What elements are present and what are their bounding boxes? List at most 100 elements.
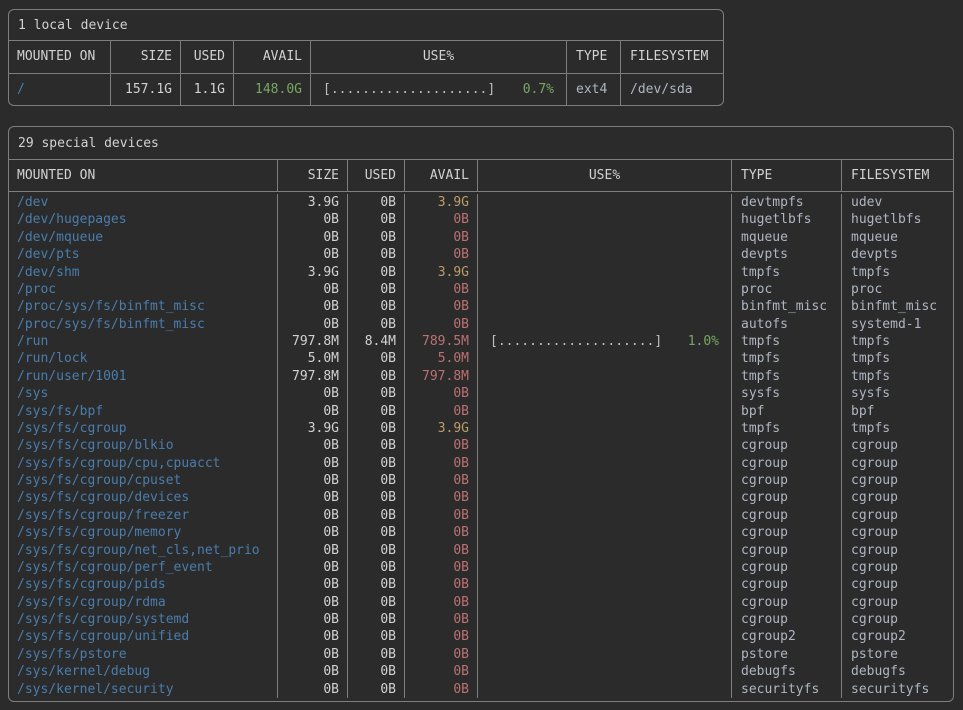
used-cell: 0B bbox=[348, 316, 405, 333]
size-cell: 0B bbox=[278, 455, 348, 472]
used-cell: 0B bbox=[348, 385, 405, 402]
type-cell: tmpfs bbox=[732, 264, 842, 281]
used-cell: 0B bbox=[348, 298, 405, 315]
table-row: /sys/fs/cgroup/blkio0B0B0Bcgroupcgroup bbox=[9, 437, 953, 454]
type-cell: ext4 bbox=[567, 74, 621, 105]
used-cell: 0B bbox=[348, 611, 405, 628]
used-cell: 0B bbox=[348, 507, 405, 524]
used-cell: 0B bbox=[348, 194, 405, 211]
local-devices-header-row: MOUNTED ON SIZE USED AVAIL USE% TYPE FIL… bbox=[9, 41, 723, 74]
mount-cell: /sys/fs/cgroup/devices bbox=[9, 489, 278, 506]
table-row: /sys0B0B0Bsysfssysfs bbox=[9, 385, 953, 402]
used-cell: 0B bbox=[348, 594, 405, 611]
table-row: / 157.1G 1.1G 148.0G [..................… bbox=[9, 74, 723, 105]
avail-cell: 0B bbox=[405, 542, 478, 559]
avail-cell: 0B bbox=[405, 681, 478, 698]
avail-cell: 0B bbox=[405, 594, 478, 611]
header-use-pct: USE% bbox=[478, 160, 732, 191]
avail-cell: 0B bbox=[405, 663, 478, 680]
usage-cell bbox=[478, 472, 732, 489]
usage-cell bbox=[478, 611, 732, 628]
special-devices-table: 29 special devices MOUNTED ON SIZE USED … bbox=[8, 126, 954, 702]
filesystem-cell: tmpfs bbox=[842, 333, 953, 350]
usage-cell bbox=[478, 559, 732, 576]
table-row: /sys/fs/pstore0B0B0Bpstorepstore bbox=[9, 646, 953, 663]
avail-cell: 3.9G bbox=[405, 420, 478, 437]
table-row: /run/lock5.0M0B5.0Mtmpfstmpfs bbox=[9, 350, 953, 367]
header-mounted-on: MOUNTED ON bbox=[9, 160, 278, 191]
used-cell: 0B bbox=[348, 368, 405, 385]
mount-cell: /proc/sys/fs/binfmt_misc bbox=[9, 298, 278, 315]
filesystem-cell: tmpfs bbox=[842, 350, 953, 367]
avail-cell: 0B bbox=[405, 507, 478, 524]
size-cell: 0B bbox=[278, 281, 348, 298]
type-cell: bpf bbox=[732, 403, 842, 420]
avail-cell: 0B bbox=[405, 576, 478, 593]
header-used: USED bbox=[181, 41, 234, 73]
filesystem-cell: cgroup2 bbox=[842, 628, 953, 645]
type-cell: tmpfs bbox=[732, 420, 842, 437]
header-size: SIZE bbox=[278, 160, 348, 191]
table-row: /sys/fs/cgroup/memory0B0B0Bcgroupcgroup bbox=[9, 524, 953, 541]
mount-cell: /sys/fs/cgroup/perf_event bbox=[9, 559, 278, 576]
avail-cell: 789.5M bbox=[405, 333, 478, 350]
header-used: USED bbox=[348, 160, 405, 191]
mount-cell: /proc/sys/fs/binfmt_misc bbox=[9, 316, 278, 333]
filesystem-cell: /dev/sda bbox=[621, 74, 723, 105]
header-avail: AVAIL bbox=[405, 160, 478, 191]
table-row: /dev/shm3.9G0B3.9Gtmpfstmpfs bbox=[9, 264, 953, 281]
table-row: /sys/fs/cgroup3.9G0B3.9Gtmpfstmpfs bbox=[9, 420, 953, 437]
filesystem-cell: proc bbox=[842, 281, 953, 298]
usage-cell bbox=[478, 316, 732, 333]
avail-cell: 0B bbox=[405, 385, 478, 402]
mount-cell: /run/user/1001 bbox=[9, 368, 278, 385]
mount-cell: /dev/pts bbox=[9, 246, 278, 263]
mount-cell: /sys/fs/cgroup/cpu,cpuacct bbox=[9, 455, 278, 472]
size-cell: 0B bbox=[278, 681, 348, 698]
mount-cell: /dev/hugepages bbox=[9, 211, 278, 228]
filesystem-cell: sysfs bbox=[842, 385, 953, 402]
filesystem-cell: mqueue bbox=[842, 229, 953, 246]
usage-cell bbox=[478, 350, 732, 367]
type-cell: binfmt_misc bbox=[732, 298, 842, 315]
usage-cell bbox=[478, 281, 732, 298]
used-cell: 0B bbox=[348, 281, 405, 298]
filesystem-cell: systemd-1 bbox=[842, 316, 953, 333]
size-cell: 0B bbox=[278, 628, 348, 645]
used-cell: 0B bbox=[348, 472, 405, 489]
table-row: /sys/kernel/debug0B0B0Bdebugfsdebugfs bbox=[9, 663, 953, 680]
used-cell: 1.1G bbox=[181, 74, 234, 105]
special-devices-header-row: MOUNTED ON SIZE USED AVAIL USE% TYPE FIL… bbox=[9, 160, 953, 192]
size-cell: 0B bbox=[278, 385, 348, 402]
size-cell: 5.0M bbox=[278, 350, 348, 367]
size-cell: 3.9G bbox=[278, 264, 348, 281]
filesystem-cell: cgroup bbox=[842, 576, 953, 593]
header-type: TYPE bbox=[567, 41, 621, 73]
filesystem-cell: cgroup bbox=[842, 542, 953, 559]
filesystem-cell: securityfs bbox=[842, 681, 953, 698]
type-cell: cgroup bbox=[732, 611, 842, 628]
local-devices-table: 1 local device MOUNTED ON SIZE USED AVAI… bbox=[8, 9, 724, 106]
mount-cell: /sys/fs/cgroup/unified bbox=[9, 628, 278, 645]
filesystem-cell: cgroup bbox=[842, 455, 953, 472]
usage-cell bbox=[478, 368, 732, 385]
mount-cell: /sys bbox=[9, 385, 278, 402]
size-cell: 0B bbox=[278, 489, 348, 506]
avail-cell: 0B bbox=[405, 489, 478, 506]
mount-cell: / bbox=[9, 74, 111, 105]
table-title-text: 1 local device bbox=[18, 18, 128, 33]
avail-cell: 148.0G bbox=[234, 74, 311, 105]
used-cell: 0B bbox=[348, 437, 405, 454]
used-cell: 0B bbox=[348, 455, 405, 472]
usage-cell bbox=[478, 455, 732, 472]
table-row: /run/user/1001797.8M0B797.8Mtmpfstmpfs bbox=[9, 368, 953, 385]
usage-cell bbox=[478, 246, 732, 263]
header-type: TYPE bbox=[732, 160, 842, 191]
avail-cell: 0B bbox=[405, 472, 478, 489]
avail-cell: 0B bbox=[405, 559, 478, 576]
table-row: /proc/sys/fs/binfmt_misc0B0B0Bbinfmt_mis… bbox=[9, 298, 953, 315]
size-cell: 0B bbox=[278, 211, 348, 228]
used-cell: 0B bbox=[348, 524, 405, 541]
usage-cell bbox=[478, 663, 732, 680]
filesystem-cell: cgroup bbox=[842, 524, 953, 541]
